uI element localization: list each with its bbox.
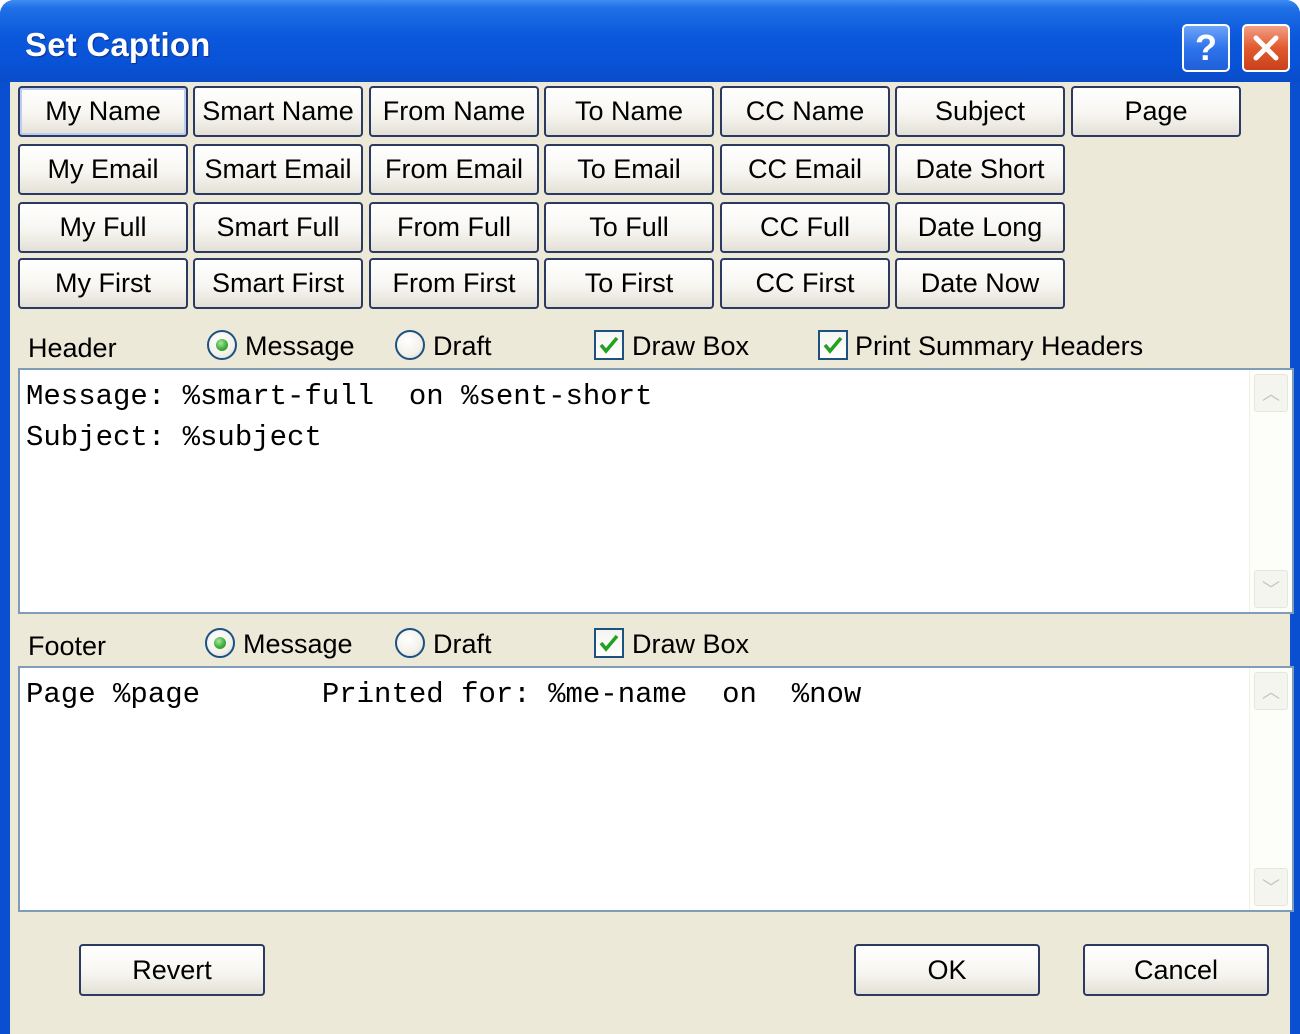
subject-button[interactable]: Subject — [895, 86, 1065, 137]
cc-full-button[interactable]: CC Full — [720, 202, 890, 253]
my-email-button[interactable]: My Email — [18, 144, 188, 195]
page-button[interactable]: Page — [1071, 86, 1241, 137]
radio-selected-dot — [216, 339, 228, 351]
to-full-button[interactable]: To Full — [544, 202, 714, 253]
footer-draft-radio[interactable] — [395, 628, 425, 658]
chevron-up-icon: ︿ — [1262, 682, 1280, 702]
cc-first-button[interactable]: CC First — [720, 258, 890, 309]
chevron-down-icon: ﹀ — [1262, 878, 1280, 898]
header-text[interactable]: Message: %smart-full on %sent-short Subj… — [26, 376, 653, 458]
smart-name-button[interactable]: Smart Name — [193, 86, 363, 137]
checkmark-icon — [599, 634, 619, 652]
date-long-button[interactable]: Date Long — [895, 202, 1065, 253]
chevron-down-icon: ﹀ — [1262, 580, 1280, 600]
header-label: Header — [28, 333, 117, 363]
footer-label: Footer — [28, 631, 107, 661]
header-draft-label[interactable]: Draft — [433, 331, 492, 362]
smart-full-button[interactable]: Smart Full — [193, 202, 363, 253]
scroll-down-button[interactable]: ﹀ — [1254, 868, 1288, 906]
cancel-button[interactable]: Cancel — [1083, 944, 1269, 996]
from-full-button[interactable]: From Full — [369, 202, 539, 253]
scroll-up-button[interactable]: ︿ — [1254, 672, 1288, 710]
header-message-radio[interactable] — [207, 330, 237, 360]
header-draw-box-checkbox[interactable] — [594, 330, 624, 360]
my-first-button[interactable]: My First — [18, 258, 188, 309]
scroll-up-button[interactable]: ︿ — [1254, 374, 1288, 412]
help-button[interactable]: ? — [1182, 24, 1230, 72]
to-first-button[interactable]: To First — [544, 258, 714, 309]
close-button[interactable] — [1242, 24, 1290, 72]
my-name-button[interactable]: My Name — [18, 86, 188, 137]
footer-draft-label[interactable]: Draft — [433, 629, 492, 660]
footer-draw-box-checkbox[interactable] — [594, 628, 624, 658]
header-text-area[interactable]: Message: %smart-full on %sent-short Subj… — [18, 368, 1294, 614]
footer-scrollbar[interactable]: ︿ ﹀ — [1249, 668, 1292, 910]
smart-first-button[interactable]: Smart First — [193, 258, 363, 309]
dialog-title: Set Caption — [25, 26, 211, 63]
print-summary-headers-label[interactable]: Print Summary Headers — [855, 331, 1143, 362]
checkmark-icon — [599, 336, 619, 354]
help-icon: ? — [1195, 27, 1217, 68]
footer-draw-box-label[interactable]: Draw Box — [632, 629, 749, 660]
footer-message-radio[interactable] — [205, 628, 235, 658]
my-full-button[interactable]: My Full — [18, 202, 188, 253]
scroll-down-button[interactable]: ﹀ — [1254, 570, 1288, 608]
smart-email-button[interactable]: Smart Email — [193, 144, 363, 195]
date-short-button[interactable]: Date Short — [895, 144, 1065, 195]
header-scrollbar[interactable]: ︿ ﹀ — [1249, 370, 1292, 612]
header-message-label[interactable]: Message — [245, 331, 355, 362]
close-icon — [1253, 35, 1279, 61]
header-draft-radio[interactable] — [395, 330, 425, 360]
checkmark-icon — [823, 336, 843, 354]
header-draw-box-label[interactable]: Draw Box — [632, 331, 749, 362]
date-now-button[interactable]: Date Now — [895, 258, 1065, 309]
from-name-button[interactable]: From Name — [369, 86, 539, 137]
footer-text-area[interactable]: Page %page Printed for: %me-name on %now… — [18, 666, 1294, 912]
ok-button[interactable]: OK — [854, 944, 1040, 996]
cc-email-button[interactable]: CC Email — [720, 144, 890, 195]
title-bar[interactable]: Set Caption ? — [0, 0, 1300, 82]
radio-selected-dot — [214, 637, 226, 649]
to-name-button[interactable]: To Name — [544, 86, 714, 137]
print-summary-headers-checkbox[interactable] — [818, 330, 848, 360]
from-email-button[interactable]: From Email — [369, 144, 539, 195]
chevron-up-icon: ︿ — [1262, 384, 1280, 404]
footer-message-label[interactable]: Message — [243, 629, 353, 660]
from-first-button[interactable]: From First — [369, 258, 539, 309]
footer-text[interactable]: Page %page Printed for: %me-name on %now — [26, 674, 861, 715]
set-caption-dialog: Set Caption ? My Name Smart Name From Na… — [0, 0, 1300, 1034]
revert-button[interactable]: Revert — [79, 944, 265, 996]
to-email-button[interactable]: To Email — [544, 144, 714, 195]
cc-name-button[interactable]: CC Name — [720, 86, 890, 137]
